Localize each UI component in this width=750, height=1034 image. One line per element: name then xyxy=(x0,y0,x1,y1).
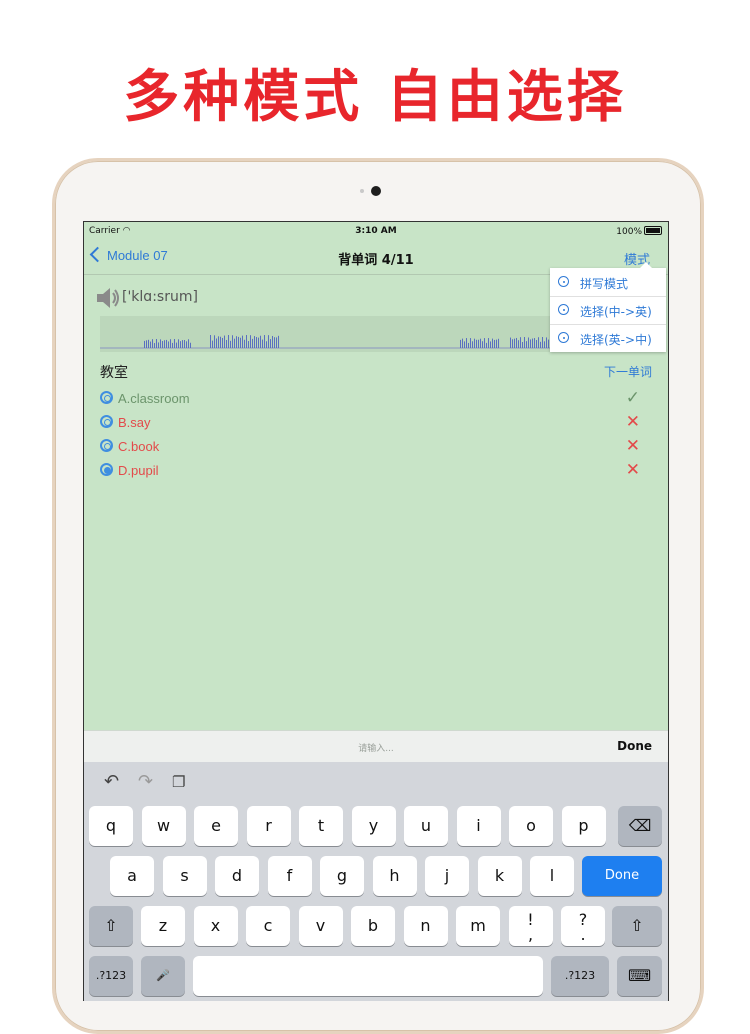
speaker-icon[interactable] xyxy=(94,284,122,312)
key-z[interactable]: z xyxy=(141,906,185,946)
page-title: 背单词 4/11 xyxy=(338,253,414,268)
redo-icon[interactable]: ↷ xyxy=(138,771,153,792)
battery-status: 100% xyxy=(616,226,662,237)
undo-icon[interactable]: ↶ xyxy=(104,771,119,792)
next-word-button[interactable]: 下一单词 xyxy=(604,363,652,380)
input-bar: 请输入... Done xyxy=(84,730,668,763)
key-e[interactable]: e xyxy=(194,806,238,846)
key-s[interactable]: s xyxy=(162,856,207,896)
key-g[interactable]: g xyxy=(320,856,364,896)
answer-option-a[interactable]: A.classroom ✓ xyxy=(100,388,652,410)
phonetic-text: ['klɑ:srum] xyxy=(122,289,198,305)
key-t[interactable]: t xyxy=(299,806,343,846)
mode-menu: 拼写模式 选择(中->英) 选择(英->中) xyxy=(550,262,666,352)
keyboard-dismiss-icon[interactable]: ⌨ xyxy=(617,956,662,996)
answer-input[interactable]: 请输入... xyxy=(84,741,668,754)
key-x[interactable]: x xyxy=(193,906,238,946)
answer-option-label: C.book xyxy=(118,439,160,454)
front-camera xyxy=(371,186,381,196)
key-f[interactable]: f xyxy=(267,856,312,896)
promo-headline: 多种模式 自由选择 xyxy=(123,65,627,130)
numbers-key[interactable]: .?123 xyxy=(89,956,133,996)
cross-icon: ✕ xyxy=(625,412,640,431)
key-p[interactable]: p xyxy=(561,806,606,846)
answer-option-d[interactable]: D.pupil ✕ xyxy=(100,460,652,482)
cross-icon: ✕ xyxy=(625,460,640,479)
radio-icon xyxy=(100,439,113,452)
radio-selected-icon xyxy=(100,463,113,476)
answer-option-label: A.classroom xyxy=(118,391,190,406)
answer-option-label: B.say xyxy=(118,415,151,430)
key-l[interactable]: l xyxy=(530,856,574,896)
return-key[interactable]: Done xyxy=(582,856,662,896)
check-icon: ✓ xyxy=(625,388,640,407)
answer-option-b[interactable]: B.say ✕ xyxy=(100,412,652,434)
done-button[interactable]: Done xyxy=(617,739,652,753)
microphone-icon[interactable]: 🎤 xyxy=(141,956,185,996)
status-bar: Carrier ◠ 3:10 AM 100% xyxy=(84,222,668,240)
key-w[interactable]: w xyxy=(141,806,186,846)
option-icon xyxy=(558,276,569,287)
keyboard: ↶ ↷ ❐ q w e r t y u i o p ⌫ a s d f g h j k l Done ⇧ z x c v b n m! … xyxy=(84,762,668,1001)
option-icon xyxy=(558,304,569,315)
option-icon xyxy=(558,332,569,343)
menu-item-choice-en-zh[interactable]: 选择(英->中) xyxy=(550,324,666,352)
shift-key[interactable]: ⇧ xyxy=(89,906,133,946)
key-d[interactable]: d xyxy=(215,856,259,896)
key-i[interactable]: i xyxy=(456,806,501,846)
front-sensor xyxy=(360,189,364,193)
word-chinese: 教室 xyxy=(100,365,128,381)
radio-icon xyxy=(100,391,113,404)
answer-option-label: D.pupil xyxy=(118,463,159,478)
answer-option-c[interactable]: C.book ✕ xyxy=(100,436,652,458)
key-question-period[interactable]: ? . xyxy=(561,906,605,946)
key-v[interactable]: v xyxy=(298,906,343,946)
key-n[interactable]: n xyxy=(403,906,448,946)
status-time: 3:10 AM xyxy=(355,226,397,236)
key-c[interactable]: c xyxy=(246,906,290,946)
key-m[interactable]: m xyxy=(456,906,500,946)
key-a[interactable]: a xyxy=(110,856,154,896)
radio-icon xyxy=(100,415,113,428)
key-y[interactable]: y xyxy=(351,806,396,846)
shift-key-right[interactable]: ⇧ xyxy=(612,906,662,946)
app-screen: Carrier ◠ 3:10 AM 100% Module 07 背单词 4/1… xyxy=(83,221,669,1001)
menu-item-spelling[interactable]: 拼写模式 xyxy=(550,268,666,297)
key-k[interactable]: k xyxy=(477,856,522,896)
key-exclam-comma[interactable]: ! , xyxy=(508,906,553,946)
key-q[interactable]: q xyxy=(89,806,133,846)
keyboard-toolbar: ↶ ↷ ❐ xyxy=(84,762,668,800)
backspace-key[interactable]: ⌫ xyxy=(618,806,662,846)
key-o[interactable]: o xyxy=(509,806,553,846)
key-r[interactable]: r xyxy=(246,806,291,846)
menu-item-choice-zh-en[interactable]: 选择(中->英) xyxy=(550,296,666,325)
numbers-key-right[interactable]: .?123 xyxy=(551,956,609,996)
key-b[interactable]: b xyxy=(351,906,395,946)
key-j[interactable]: j xyxy=(425,856,469,896)
key-u[interactable]: u xyxy=(404,806,448,846)
battery-icon xyxy=(644,226,662,235)
key-h[interactable]: h xyxy=(372,856,417,896)
cross-icon: ✕ xyxy=(625,436,640,455)
paste-icon[interactable]: ❐ xyxy=(172,773,185,791)
space-key[interactable] xyxy=(193,956,543,996)
